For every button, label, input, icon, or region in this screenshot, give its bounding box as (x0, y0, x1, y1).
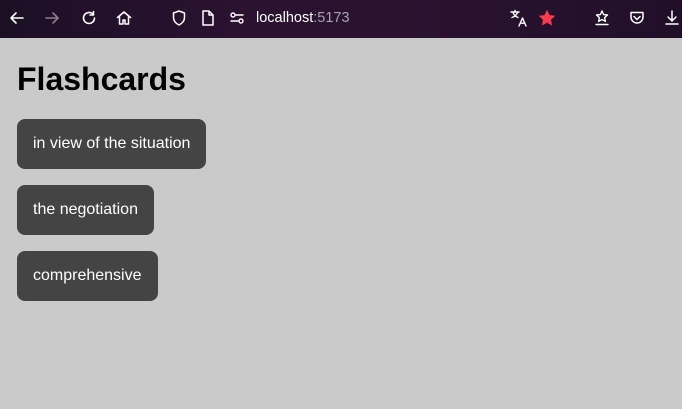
pocket-icon[interactable] (623, 4, 651, 32)
translate-icon[interactable] (505, 4, 533, 32)
browser-toolbar: localhost:5173 (0, 0, 682, 38)
extensions-icon[interactable] (588, 4, 616, 32)
page-icon[interactable] (200, 9, 216, 32)
url-bar[interactable]: localhost:5173 (160, 4, 490, 32)
flashcard-button[interactable]: in view of the situation (17, 119, 207, 169)
flashcard-list: in view of the situation the negotiation… (17, 119, 207, 317)
home-icon[interactable] (110, 4, 138, 32)
url-text[interactable]: localhost:5173 (256, 10, 350, 26)
back-arrow-icon[interactable] (3, 4, 31, 32)
flashcard-button[interactable]: comprehensive (17, 251, 158, 301)
forward-arrow-icon[interactable] (38, 4, 66, 32)
page-content: Flashcards in view of the situation the … (0, 38, 682, 409)
url-port: :5173 (313, 10, 350, 26)
url-host: localhost (256, 10, 314, 26)
flashcard-button[interactable]: the negotiation (17, 185, 154, 235)
shield-icon[interactable] (170, 9, 188, 32)
download-icon[interactable] (658, 4, 682, 32)
reload-icon[interactable] (75, 4, 103, 32)
star-icon[interactable] (533, 4, 561, 32)
permissions-icon[interactable] (228, 9, 246, 32)
page-title: Flashcards (17, 61, 186, 97)
